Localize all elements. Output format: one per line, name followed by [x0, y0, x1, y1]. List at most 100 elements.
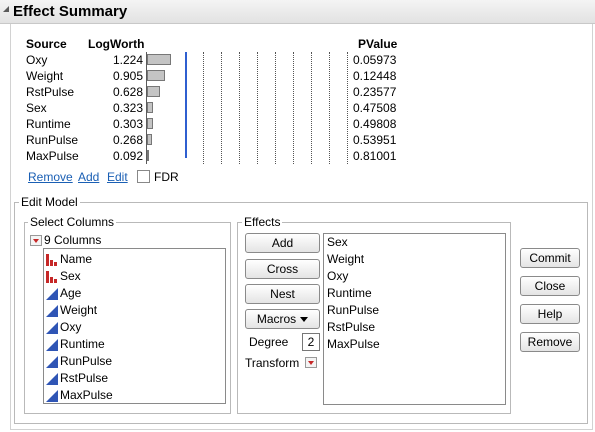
continuous-column-icon	[46, 389, 58, 402]
outline-title: Effect Summary	[13, 3, 128, 20]
nominal-column-icon	[46, 253, 58, 266]
fdr-label: FDR	[154, 170, 179, 184]
row-source[interactable]: Runtime	[26, 116, 71, 132]
column-name: RstPulse	[60, 371, 109, 385]
logworth-bar	[147, 150, 149, 161]
row-logworth: 0.303	[112, 117, 143, 131]
logworth-bar	[147, 70, 165, 81]
columns-menu-icon[interactable]	[30, 235, 42, 246]
gridline	[275, 52, 276, 164]
continuous-column-icon	[46, 321, 58, 334]
row-source[interactable]: Sex	[26, 100, 47, 116]
remove-link[interactable]: Remove	[28, 170, 73, 184]
row-logworth: 0.628	[112, 85, 143, 99]
cross-button[interactable]: Cross	[245, 259, 320, 279]
nest-button[interactable]: Nest	[245, 284, 320, 304]
transform-label: Transform	[245, 356, 300, 370]
close-button[interactable]: Close	[520, 276, 580, 296]
row-pvalue: 0.49808	[353, 117, 397, 131]
column-item[interactable]: RstPulse	[46, 370, 108, 387]
continuous-column-icon	[46, 287, 58, 300]
row-pvalue: 0.81001	[353, 149, 397, 163]
column-name: Oxy	[60, 320, 82, 334]
column-name: RunPulse	[60, 354, 113, 368]
row-logworth: 1.224	[112, 53, 143, 67]
column-name: Name	[60, 252, 93, 266]
logworth-bar	[147, 134, 152, 145]
effects-title: Effects	[242, 215, 283, 229]
logworth-bar	[147, 86, 160, 97]
disclosure-triangle-icon[interactable]	[3, 6, 9, 12]
degree-label: Degree	[249, 335, 289, 349]
continuous-column-icon	[46, 372, 58, 385]
continuous-column-icon	[46, 304, 58, 317]
row-logworth: 0.268	[112, 133, 143, 147]
column-name: Age	[60, 286, 82, 300]
effect-item[interactable]: RunPulse	[327, 302, 379, 319]
source-header: Source	[26, 37, 67, 51]
logworth-header: LogWorth	[88, 37, 145, 51]
column-item[interactable]: Oxy	[46, 319, 81, 336]
edit-link[interactable]: Edit	[107, 170, 128, 184]
commit-button[interactable]: Commit	[520, 248, 580, 268]
column-list[interactable]: Name Sex Age Weight Oxy Runtime RunPulse…	[43, 248, 226, 404]
effect-item[interactable]: Runtime	[327, 285, 372, 302]
row-pvalue: 0.23577	[353, 85, 397, 99]
macros-button[interactable]: Macros	[245, 309, 320, 329]
gridline	[203, 52, 204, 164]
edit-model-title: Edit Model	[19, 195, 80, 209]
row-pvalue: 0.12448	[353, 69, 397, 83]
row-pvalue: 0.53951	[353, 133, 397, 147]
column-item[interactable]: Weight	[46, 302, 97, 319]
effect-item[interactable]: Weight	[327, 251, 364, 268]
logworth-bar-chart	[146, 52, 349, 164]
gridline	[257, 52, 258, 164]
gridline	[329, 52, 330, 164]
row-source[interactable]: MaxPulse	[26, 148, 79, 164]
column-name: Weight	[60, 303, 98, 317]
gridline	[293, 52, 294, 164]
gridline	[239, 52, 240, 164]
column-name: Sex	[60, 269, 81, 283]
degree-input[interactable]: 2	[302, 333, 320, 351]
columns-count-label: 9 Columns	[44, 233, 102, 247]
row-pvalue: 0.05973	[353, 53, 397, 67]
effects-list[interactable]: Sex Weight Oxy Runtime RunPulse RstPulse…	[323, 233, 506, 405]
row-logworth: 0.092	[112, 149, 143, 163]
remove-button[interactable]: Remove	[520, 332, 580, 352]
logworth-bar	[147, 54, 171, 65]
effect-item[interactable]: Oxy	[327, 268, 348, 285]
gridline	[347, 52, 348, 164]
column-item[interactable]: Name	[46, 251, 92, 268]
row-source[interactable]: RunPulse	[26, 132, 78, 148]
effect-item[interactable]: MaxPulse	[327, 336, 380, 353]
nominal-column-icon	[46, 270, 58, 283]
logworth-bar	[147, 102, 153, 113]
column-item[interactable]: MaxPulse	[46, 387, 113, 404]
column-name: Runtime	[60, 337, 105, 351]
gridline	[311, 52, 312, 164]
select-columns-title: Select Columns	[28, 215, 117, 229]
continuous-column-icon	[46, 338, 58, 351]
fdr-checkbox[interactable]	[137, 170, 150, 183]
add-effect-button[interactable]: Add	[245, 233, 320, 253]
row-logworth: 0.323	[112, 101, 143, 115]
effect-item[interactable]: Sex	[327, 234, 348, 251]
help-button[interactable]: Help	[520, 304, 580, 324]
significance-reference-line	[185, 52, 187, 158]
row-source[interactable]: RstPulse	[26, 84, 74, 100]
transform-menu-icon[interactable]	[305, 357, 317, 368]
column-item[interactable]: Runtime	[46, 336, 105, 353]
effect-item[interactable]: RstPulse	[327, 319, 375, 336]
column-item[interactable]: Sex	[46, 268, 81, 285]
row-source[interactable]: Weight	[26, 68, 63, 84]
row-pvalue: 0.47508	[353, 101, 397, 115]
add-link[interactable]: Add	[78, 170, 99, 184]
effect-summary-header[interactable]: Effect Summary	[0, 0, 595, 24]
column-item[interactable]: Age	[46, 285, 81, 302]
column-item[interactable]: RunPulse	[46, 353, 112, 370]
pvalue-header: PValue	[358, 37, 398, 51]
chevron-down-icon	[300, 317, 309, 323]
row-logworth: 0.905	[112, 69, 143, 83]
row-source[interactable]: Oxy	[26, 52, 47, 68]
